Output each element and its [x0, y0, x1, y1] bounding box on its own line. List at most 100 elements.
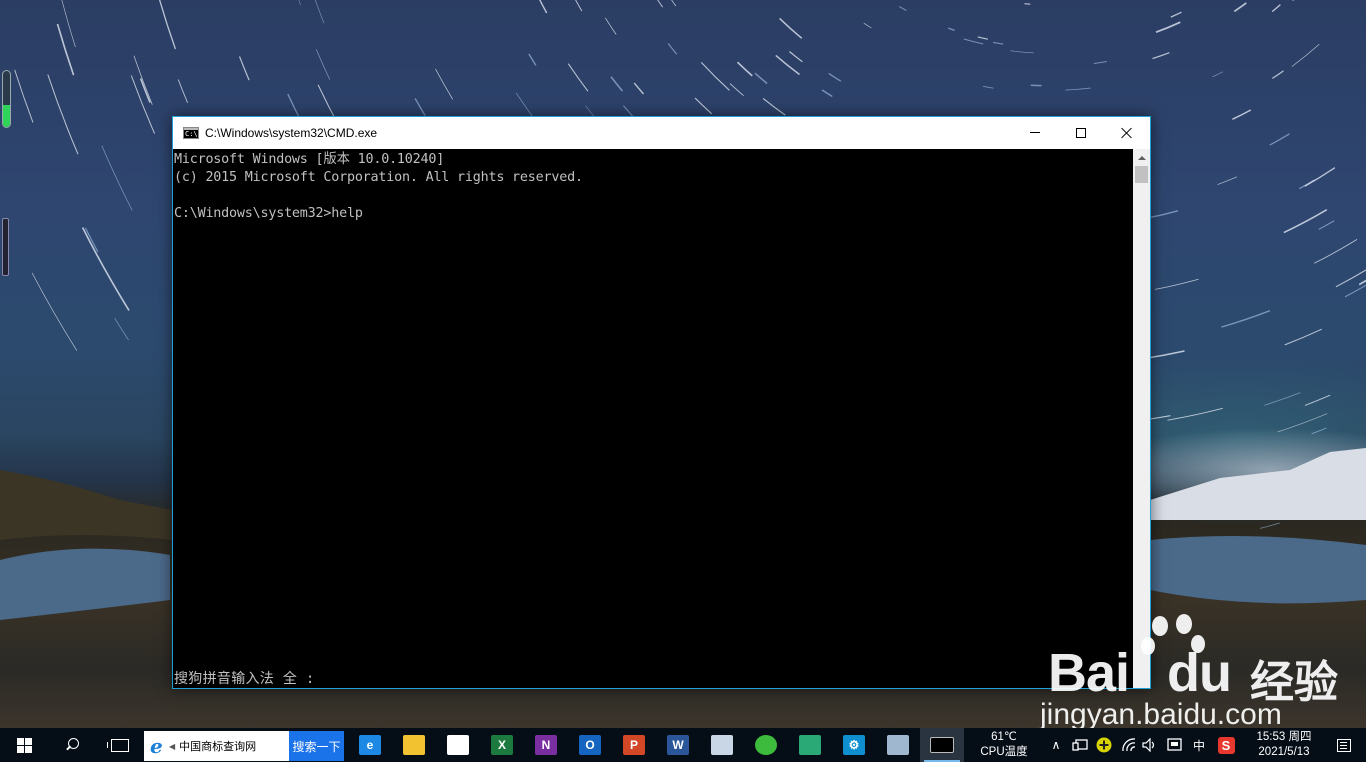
- word-taskbar-button[interactable]: W: [656, 728, 700, 762]
- star-trail: [729, 83, 744, 97]
- star-trail: [1277, 413, 1328, 433]
- star-trail: [977, 36, 989, 40]
- watermark-url: jingyan.baidu.com: [1040, 698, 1282, 731]
- star-trail: [779, 17, 803, 39]
- ime-status-line: 搜狗拼音输入法 全 :: [174, 671, 315, 687]
- window-controls: [1012, 117, 1150, 148]
- star-trail: [821, 89, 833, 98]
- temperature-value: 61℃: [991, 731, 1017, 743]
- taskbar-search-box[interactable]: e ◀ 中国商标查询网 搜索一下: [144, 731, 344, 761]
- paint-taskbar-button[interactable]: [700, 728, 744, 762]
- scroll-up-icon: [1137, 155, 1146, 160]
- clock[interactable]: 15:53 周四 2021/5/13: [1248, 730, 1320, 760]
- scroll-thumb[interactable]: [1135, 166, 1148, 183]
- volume-icon: [1142, 738, 1155, 752]
- minimize-button[interactable]: [1012, 117, 1058, 148]
- wifi-icon: [1122, 738, 1136, 752]
- star-trail: [947, 27, 955, 31]
- ie-icon: e: [150, 734, 163, 758]
- star-trail: [515, 92, 534, 118]
- close-icon: [1121, 127, 1133, 139]
- cmd-window[interactable]: C:\ C:\Windows\system32\CMD.exe Microsof…: [172, 116, 1151, 689]
- star-trail: [81, 227, 130, 311]
- star-trail: [1284, 328, 1322, 346]
- star-trail: [667, 43, 678, 55]
- settings-icon: ⚙: [843, 735, 865, 755]
- star-trail: [863, 22, 872, 29]
- search-button[interactable]: [50, 728, 94, 762]
- tray-device-button[interactable]: [1070, 728, 1090, 762]
- photos-taskbar-button[interactable]: [788, 728, 832, 762]
- console-line: Microsoft Windows [版本 10.0.10240]: [174, 152, 445, 167]
- cmd-icon[interactable]: C:\: [183, 126, 199, 139]
- star-trail: [1298, 179, 1316, 190]
- tray-sogou-button[interactable]: S: [1214, 728, 1238, 762]
- store-icon: [447, 735, 469, 755]
- star-trail: [315, 49, 331, 80]
- gadget-meter-fill: [3, 104, 10, 127]
- cpu-temperature[interactable]: 61℃ CPU温度: [972, 730, 1036, 760]
- desktop-gadget-meter[interactable]: [2, 70, 11, 128]
- star-trail: [1233, 2, 1247, 13]
- search-input[interactable]: 中国商标查询网: [179, 738, 287, 754]
- star-trail: [1260, 522, 1280, 529]
- chevron-up-icon: ∧: [1051, 738, 1061, 752]
- title-bar[interactable]: C:\ C:\Windows\system32\CMD.exe: [173, 117, 1150, 148]
- keyboard-icon: [1167, 738, 1182, 751]
- star-trail: [633, 82, 645, 95]
- star-trail: [700, 62, 730, 91]
- star-trail: [1311, 427, 1327, 435]
- star-trail: [575, 0, 583, 12]
- photos-icon: [799, 735, 821, 755]
- control-panel-taskbar-button[interactable]: [876, 728, 920, 762]
- file-explorer-taskbar-button[interactable]: [392, 728, 436, 762]
- dropdown-arrow-icon[interactable]: ◀: [169, 742, 175, 751]
- action-center-button[interactable]: [1326, 728, 1362, 762]
- task-view-button[interactable]: [98, 728, 142, 762]
- star-trail: [101, 145, 133, 211]
- tray-ime-button[interactable]: 中: [1188, 728, 1210, 762]
- tray-volume-button[interactable]: [1140, 728, 1160, 762]
- cmd-taskbar-taskbar-button[interactable]: [920, 728, 964, 762]
- console-output[interactable]: Microsoft Windows [版本 10.0.10240] (c) 20…: [173, 149, 1133, 688]
- start-button[interactable]: [2, 728, 46, 762]
- star-trail: [899, 6, 907, 11]
- vertical-scrollbar[interactable]: [1133, 149, 1150, 688]
- cmd-icon-text: C:\: [185, 129, 198, 138]
- settings-taskbar-button[interactable]: ⚙: [832, 728, 876, 762]
- file-explorer-icon: [403, 735, 425, 755]
- maximize-button[interactable]: [1058, 117, 1104, 148]
- star-trail: [1304, 394, 1331, 406]
- desktop-gadget-handle[interactable]: [2, 218, 9, 276]
- star-trail: [828, 72, 842, 82]
- star-trail: [754, 72, 768, 85]
- scroll-up-button[interactable]: [1133, 149, 1150, 166]
- star-trail: [982, 85, 994, 89]
- tray-overflow-button[interactable]: ∧: [1046, 728, 1066, 762]
- star-trail: [1167, 407, 1223, 421]
- star-trail: [1170, 11, 1182, 18]
- close-button[interactable]: [1104, 117, 1150, 148]
- star-trail: [114, 318, 129, 341]
- star-trail: [539, 0, 548, 14]
- ime-indicator: 中: [1192, 738, 1205, 753]
- search-submit-button[interactable]: 搜索一下: [289, 731, 344, 761]
- powerpoint-taskbar-button[interactable]: P: [612, 728, 656, 762]
- store-taskbar-button[interactable]: [436, 728, 480, 762]
- star-trail: [56, 23, 75, 76]
- window-title: C:\Windows\system32\CMD.exe: [205, 125, 378, 140]
- star-trail: [1292, 0, 1295, 2]
- star-trail: [139, 78, 151, 103]
- tray-network-button[interactable]: [1118, 728, 1140, 762]
- tray-addon-button[interactable]: [1094, 728, 1114, 762]
- browser-360-taskbar-button[interactable]: [744, 728, 788, 762]
- edge-taskbar-button[interactable]: e: [348, 728, 392, 762]
- search-icon: [65, 738, 79, 752]
- star-trail: [177, 79, 189, 103]
- excel-taskbar-button[interactable]: X: [480, 728, 524, 762]
- star-trail: [1152, 52, 1170, 60]
- onenote-taskbar-button[interactable]: N: [524, 728, 568, 762]
- tray-keyboard-button[interactable]: [1164, 728, 1186, 762]
- outlook-taskbar-button[interactable]: O: [568, 728, 612, 762]
- star-trail: [992, 41, 1004, 45]
